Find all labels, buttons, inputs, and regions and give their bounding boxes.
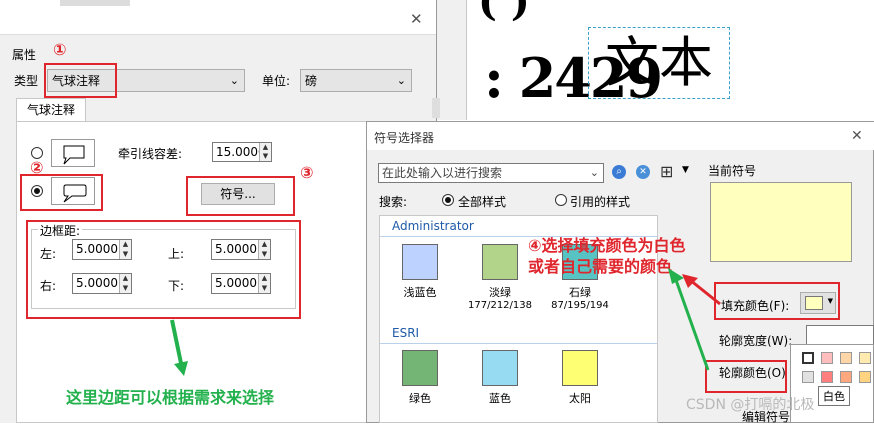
search-input[interactable]: 在此处输入以进行搜索 ⌄: [378, 163, 604, 183]
group-name: ESRI: [392, 326, 420, 340]
swatch-blue[interactable]: [482, 350, 518, 386]
chevron-down-icon: ⌄: [229, 74, 239, 87]
swatch-label: 浅蓝色: [403, 286, 437, 299]
outline-width-label: 轮廓宽度(W):: [719, 334, 793, 348]
symbol-dialog-titlebar: [367, 122, 874, 150]
green-arrow: [170, 319, 188, 376]
group-name: Administrator: [392, 219, 474, 233]
tab-balloon-callout[interactable]: 气球注释: [16, 98, 86, 122]
doc-sample-text[interactable]: 文本: [588, 27, 730, 99]
clear-search-icon[interactable]: ✕: [636, 165, 650, 179]
referenced-styles-label: 引用的样式: [570, 195, 631, 209]
close-icon[interactable]: ✕: [851, 128, 863, 144]
background-divider: [436, 0, 467, 120]
palette-orange[interactable]: [840, 371, 852, 383]
annotation-step-1: ①: [53, 40, 67, 59]
doc-top-glyph: ( ): [478, 0, 530, 25]
palette-salmon[interactable]: [821, 371, 833, 383]
palette-cream[interactable]: [859, 352, 871, 364]
all-styles-radio[interactable]: [442, 194, 454, 206]
palette-gray[interactable]: [802, 371, 814, 383]
step4-note-line2: 或者自己需要的颜色: [528, 257, 673, 276]
swatch-light-blue[interactable]: [402, 244, 438, 280]
swatch-label: 石绿: [569, 286, 591, 299]
swatch-sublabel: 87/195/194: [551, 300, 609, 311]
palette-peach[interactable]: [821, 352, 833, 364]
search-scope-label: 搜索:: [379, 195, 408, 209]
green-arrow-outline: [668, 268, 710, 371]
search-placeholder: 在此处输入以进行搜索: [382, 166, 503, 180]
balloon-style-1-preview[interactable]: [51, 139, 95, 167]
annotation-box-style: [20, 174, 103, 211]
symbol-dialog-title: 符号选择器: [374, 131, 435, 145]
palette-apricot[interactable]: [840, 352, 852, 364]
annotation-step-2: ②: [30, 158, 44, 177]
tab-label: 气球注释: [26, 103, 75, 117]
annotation-box-type: [44, 63, 117, 98]
margin-note: 这里边距可以根据需求来选择: [66, 388, 275, 407]
annotation-box-margins: [26, 220, 301, 319]
palette-white[interactable]: [802, 352, 814, 364]
leader-tolerance-label: 牵引线容差:: [118, 147, 183, 161]
leader-tolerance-stepper[interactable]: ▲ ▼: [259, 143, 271, 161]
titlebar-tab-remnant: [60, 0, 130, 6]
unit-select[interactable]: 磅 ⌄: [300, 69, 412, 92]
palette-yellow[interactable]: [859, 371, 871, 383]
swatch-label: 太阳: [569, 392, 591, 405]
properties-label: 属性: [12, 48, 37, 62]
type-label: 类型: [14, 74, 39, 88]
current-symbol-label: 当前符号: [708, 164, 757, 178]
swatch-label: 蓝色: [489, 392, 511, 405]
swatch-label: 淡绿: [489, 286, 511, 299]
chevron-down-icon: ⌄: [396, 74, 406, 87]
color-tooltip: 白色: [818, 386, 850, 406]
swatch-sublabel: 177/212/138: [468, 300, 532, 311]
unit-select-value: 磅: [305, 74, 318, 88]
annotation-box-symbol: [186, 176, 295, 216]
search-icon[interactable]: ⌕: [612, 165, 626, 179]
chevron-down-icon: ⌄: [589, 166, 599, 179]
view-grid-icon[interactable]: ⊞: [660, 162, 673, 181]
color-tooltip-text: 白色: [823, 390, 845, 403]
swatch-sun[interactable]: [562, 350, 598, 386]
swatch-label: 绿色: [409, 392, 431, 405]
speech-bubble-icon: [63, 145, 85, 165]
watermark: CSDN @打嗝的北极: [686, 397, 815, 413]
annotation-box-outline-color: [705, 360, 787, 393]
outline-width-input[interactable]: [806, 325, 874, 345]
unit-label: 单位:: [262, 74, 291, 88]
all-styles-label: 全部样式: [458, 195, 507, 209]
close-icon[interactable]: ✕: [410, 10, 423, 28]
annotation-box-fill-color: [714, 282, 840, 320]
referenced-styles-radio[interactable]: [555, 194, 567, 206]
panel-scrollbar[interactable]: [432, 98, 440, 118]
swatch-pale-green[interactable]: [482, 244, 518, 280]
swatch-green[interactable]: [402, 350, 438, 386]
annotation-step-3: ③: [300, 163, 314, 182]
group-header-esri: ESRI: [380, 325, 657, 344]
current-symbol-preview: [710, 182, 852, 262]
dropdown-arrow-icon[interactable]: ▼: [682, 165, 689, 175]
